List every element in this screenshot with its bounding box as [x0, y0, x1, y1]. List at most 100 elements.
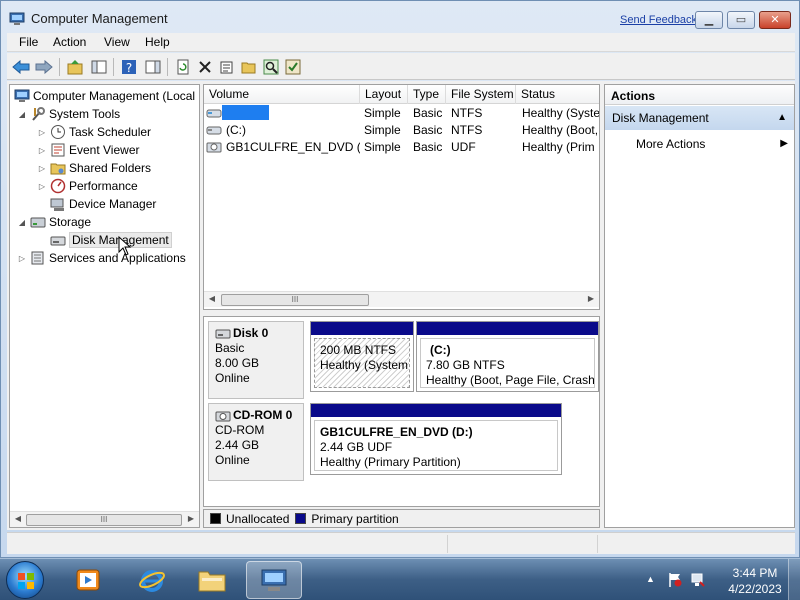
- tree-item-storage[interactable]: ◢ Storage: [16, 213, 91, 231]
- magnifier-icon: [263, 59, 279, 75]
- tree-label: Event Viewer: [69, 143, 140, 157]
- minimize-button[interactable]: ▁: [695, 11, 723, 29]
- shared-folder-icon: [50, 163, 66, 175]
- cell-volume: (C:): [226, 123, 246, 137]
- cdrom-0-label[interactable]: CD-ROM 0 CD-ROM 2.44 GB Online: [208, 403, 304, 481]
- taskbar-internet-explorer[interactable]: [124, 561, 180, 599]
- actions-section-disk-management[interactable]: Disk Management ▲: [605, 106, 794, 130]
- console-tree[interactable]: Computer Management (Local ◢ System Tool…: [9, 84, 200, 528]
- delete-x-icon: [199, 61, 211, 73]
- tree-label: Computer Management (Local: [33, 89, 196, 103]
- partition-size: 7.80 GB NTFS: [426, 358, 505, 372]
- more-actions-item[interactable]: More Actions ▶: [605, 135, 794, 155]
- delete-button[interactable]: [195, 57, 215, 77]
- tree-label: Performance: [69, 179, 138, 193]
- menu-file[interactable]: File: [19, 35, 38, 49]
- refresh-icon: [177, 59, 189, 75]
- show-hidden-icons-icon[interactable]: ▲: [646, 574, 655, 584]
- collapsed-triangle-icon[interactable]: ▷: [16, 254, 28, 263]
- hard-disk-icon: [215, 329, 231, 338]
- taskbar-windows-explorer[interactable]: [184, 561, 240, 599]
- back-arrow-icon: [12, 60, 30, 74]
- start-button[interactable]: [6, 561, 44, 599]
- column-header-type[interactable]: Type: [408, 85, 446, 104]
- menu-view[interactable]: View: [104, 35, 130, 49]
- collapsed-triangle-icon[interactable]: ▷: [36, 146, 48, 155]
- column-header-volume[interactable]: Volume: [204, 85, 360, 104]
- open-folder-button[interactable]: [239, 57, 259, 77]
- services-icon: [31, 251, 44, 265]
- help-button[interactable]: ?: [119, 57, 139, 77]
- folder-icon: [198, 571, 226, 592]
- taskbar-media-player[interactable]: [60, 561, 116, 599]
- send-feedback-link[interactable]: Send Feedback: [620, 14, 697, 26]
- properties-icon: [220, 61, 233, 74]
- taskbar-computer-management[interactable]: [246, 561, 302, 599]
- tree-horizontal-scrollbar[interactable]: ◀ III ▶: [10, 511, 199, 527]
- action-center-flag-icon[interactable]: [668, 572, 682, 588]
- device-manager-icon: [50, 198, 64, 211]
- volume-list-horizontal-scrollbar[interactable]: ◀ III ▶: [204, 291, 599, 307]
- partition-dvd-d[interactable]: GB1CULFRE_EN_DVD (D:) 2.44 GB UDF Health…: [310, 403, 562, 475]
- dvd-drive-icon: [206, 142, 222, 153]
- maximize-button[interactable]: ▭: [727, 11, 755, 29]
- tree-item-computer-management[interactable]: Computer Management (Local: [12, 87, 195, 105]
- scroll-right-icon[interactable]: ▶: [185, 514, 197, 523]
- tree-item-device-manager[interactable]: Device Manager: [48, 195, 156, 213]
- column-header-layout[interactable]: Layout: [360, 85, 408, 104]
- up-level-button[interactable]: [65, 57, 85, 77]
- back-button[interactable]: [11, 57, 31, 77]
- expanded-triangle-icon[interactable]: ◢: [16, 218, 28, 227]
- properties-button[interactable]: [217, 57, 237, 77]
- scroll-left-icon[interactable]: ◀: [12, 514, 24, 523]
- show-hide-tree-button[interactable]: [89, 57, 109, 77]
- event-viewer-icon: [51, 143, 65, 157]
- close-button[interactable]: ✕: [759, 11, 791, 29]
- volume-row[interactable]: Simple Basic NTFS Healthy (Syste: [204, 105, 599, 122]
- tree-item-performance[interactable]: ▷ Performance: [36, 177, 138, 195]
- tree-item-task-scheduler[interactable]: ▷ Task Scheduler: [36, 123, 151, 141]
- computer-management-icon: [261, 569, 287, 591]
- search-button[interactable]: [261, 57, 281, 77]
- partition-size: 2.44 GB UDF: [320, 440, 393, 454]
- partition-status: Healthy (Primary Partition): [320, 455, 461, 469]
- network-icon[interactable]: [690, 572, 706, 588]
- scroll-right-icon[interactable]: ▶: [585, 294, 597, 303]
- actions-pane: Actions Disk Management ▲ More Actions ▶: [604, 84, 795, 528]
- scrollbar-thumb[interactable]: III: [221, 294, 369, 306]
- disk-graphical-view[interactable]: Disk 0 Basic 8.00 GB Online 200 MB NTFS …: [203, 316, 600, 507]
- partition-legend: Unallocated Primary partition: [203, 509, 600, 528]
- partition-system-reserved[interactable]: 200 MB NTFS Healthy (System,: [310, 321, 414, 392]
- show-hide-action-pane-button[interactable]: [143, 57, 163, 77]
- column-header-status[interactable]: Status: [516, 85, 599, 104]
- disk-settings-button[interactable]: [283, 57, 303, 77]
- disk-0-label[interactable]: Disk 0 Basic 8.00 GB Online: [208, 321, 304, 399]
- tree-item-services-and-applications[interactable]: ▷ Services and Applications: [16, 249, 186, 267]
- menu-action[interactable]: Action: [53, 35, 86, 49]
- tree-item-disk-management[interactable]: Disk Management: [48, 231, 172, 249]
- clock[interactable]: 3:44 PM 4/22/2023: [720, 565, 790, 597]
- show-desktop-button[interactable]: [788, 559, 800, 600]
- collapsed-triangle-icon[interactable]: ▷: [36, 182, 48, 191]
- collapsed-triangle-icon[interactable]: ▷: [36, 164, 48, 173]
- expanded-triangle-icon[interactable]: ◢: [16, 110, 28, 119]
- menu-help[interactable]: Help: [145, 35, 170, 49]
- scroll-left-icon[interactable]: ◀: [206, 294, 218, 303]
- title-bar[interactable]: Computer Management Send Feedback ▁ ▭ ✕: [1, 1, 799, 33]
- content-area: Computer Management (Local ◢ System Tool…: [7, 81, 795, 530]
- scrollbar-thumb[interactable]: III: [26, 514, 182, 526]
- volume-row[interactable]: GB1CULFRE_EN_DVD (D:) Simple Basic UDF H…: [204, 139, 599, 156]
- tree-item-event-viewer[interactable]: ▷ Event Viewer: [36, 141, 140, 159]
- legend-unallocated: Unallocated: [226, 511, 290, 526]
- volume-list[interactable]: Volume Layout Type File System Status Si…: [203, 84, 600, 310]
- forward-button[interactable]: [34, 57, 54, 77]
- tree-item-shared-folders[interactable]: ▷ Shared Folders: [36, 159, 151, 177]
- partition-c[interactable]: (C:) 7.80 GB NTFS Healthy (Boot, Page Fi…: [416, 321, 599, 392]
- refresh-button[interactable]: [173, 57, 193, 77]
- tree-item-system-tools[interactable]: ◢ System Tools: [16, 105, 120, 123]
- collapse-up-icon[interactable]: ▲: [777, 112, 787, 123]
- collapsed-triangle-icon[interactable]: ▷: [36, 128, 48, 137]
- volume-row[interactable]: (C:) Simple Basic NTFS Healthy (Boot,: [204, 122, 599, 139]
- column-header-file-system[interactable]: File System: [446, 85, 516, 104]
- system-tray: ▲ 3:44 PM 4/22/2023: [640, 559, 800, 600]
